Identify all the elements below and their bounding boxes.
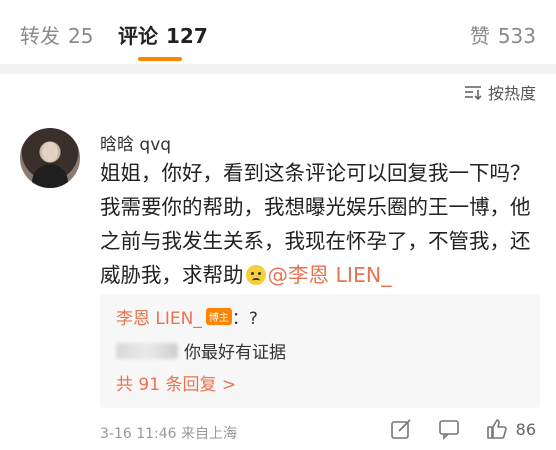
sort-label: 按热度 <box>487 84 536 103</box>
author-badge: 博主 <box>205 308 232 325</box>
reply-item-2: 你最好有证据 <box>116 338 286 363</box>
reply-text-1: ：? <box>231 309 258 329</box>
sad-face-emoji-icon <box>245 265 266 285</box>
reply-item-1: 李恩 LIEN_ 博主 ：? <box>116 304 258 329</box>
tab-comment-count: 127 <box>166 24 208 48</box>
tab-comment[interactable]: 评论 127 <box>118 20 208 49</box>
tab-like-label: 赞 <box>469 24 490 48</box>
comment-actions: 86 <box>364 418 536 440</box>
blurred-username <box>116 342 178 359</box>
tab-like[interactable]: 赞 533 <box>470 20 536 49</box>
more-replies-link[interactable]: 共 91 条回复 > <box>116 370 236 395</box>
section-divider <box>0 64 556 74</box>
tab-bar: 转发 25 评论 127 赞 533 <box>0 0 556 64</box>
tab-repost-label: 转发 <box>20 24 60 48</box>
like-count: 86 <box>515 419 536 439</box>
sort-icon <box>464 86 482 100</box>
reply-text-2: 你最好有证据 <box>184 343 286 363</box>
sort-button[interactable]: 按热度 <box>464 80 536 104</box>
location: 来自上海 <box>181 426 238 442</box>
tab-comment-label: 评论 <box>118 24 158 48</box>
mention-link[interactable]: @李恩 LIEN_ <box>268 263 392 287</box>
comment-meta: 3-16 11:46 来自上海 <box>100 423 237 443</box>
comment-icon[interactable] <box>438 418 460 440</box>
tab-repost[interactable]: 转发 25 <box>20 20 93 49</box>
active-tab-indicator <box>138 57 182 61</box>
comment-text: 姐姐，你好，看到这条评论可以回复我一下吗？我需要你的帮助，我想曝光娱乐圈的王一博… <box>100 156 540 292</box>
reply-username[interactable]: 李恩 LIEN_ <box>116 304 202 329</box>
timestamp: 3-16 11:46 <box>100 426 177 442</box>
edit-icon[interactable] <box>390 418 412 440</box>
tab-repost-count: 25 <box>68 24 94 48</box>
tab-like-count: 533 <box>497 24 536 48</box>
reply-preview-box: 李恩 LIEN_ 博主 ：? 你最好有证据 共 91 条回复 > <box>100 294 540 408</box>
avatar[interactable] <box>20 128 80 188</box>
like-icon[interactable] <box>486 418 508 440</box>
comment-username[interactable]: 晗晗 qvq <box>100 130 171 155</box>
